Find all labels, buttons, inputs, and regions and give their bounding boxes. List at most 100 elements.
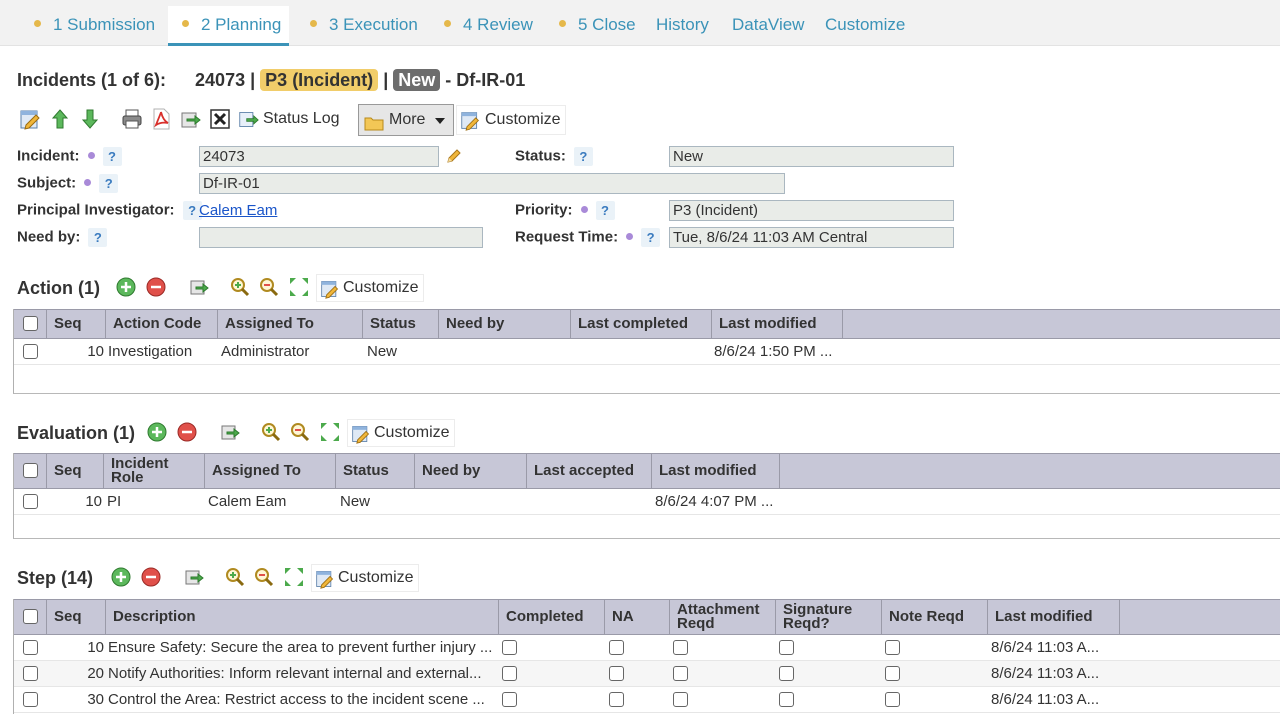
na-checkbox[interactable] <box>609 640 624 655</box>
incident-field[interactable]: 24073 <box>199 146 439 167</box>
select-all-checkbox[interactable] <box>23 316 38 331</box>
column-header[interactable]: Assigned To <box>218 310 363 338</box>
export-icon[interactable] <box>178 107 202 131</box>
tab-review[interactable]: 4 Review <box>430 6 547 46</box>
add-icon[interactable] <box>110 566 132 588</box>
search-clear-icon[interactable] <box>289 421 311 443</box>
column-header[interactable]: Last modified <box>712 310 843 338</box>
column-header[interactable]: Action Code <box>106 310 218 338</box>
table-row[interactable]: 10 Ensure Safety: Secure the area to pre… <box>14 635 1280 661</box>
completed-checkbox[interactable] <box>502 640 517 655</box>
help-icon[interactable]: ? <box>99 174 119 193</box>
column-header[interactable]: NA <box>605 600 670 634</box>
row-checkbox[interactable] <box>23 494 38 509</box>
select-all-checkbox[interactable] <box>23 463 38 478</box>
status-field[interactable]: New <box>669 146 954 167</box>
remove-icon[interactable] <box>145 276 167 298</box>
tab-customize[interactable]: Customize <box>811 6 919 46</box>
column-header[interactable]: Assigned To <box>205 454 336 488</box>
expand-icon[interactable] <box>288 276 310 298</box>
na-checkbox[interactable] <box>609 666 624 681</box>
na-checkbox[interactable] <box>609 692 624 707</box>
completed-checkbox[interactable] <box>502 692 517 707</box>
search-icon[interactable] <box>260 421 282 443</box>
attachment-reqd-checkbox[interactable] <box>673 692 688 707</box>
export-icon[interactable] <box>219 421 241 443</box>
column-header[interactable]: Last completed <box>571 310 712 338</box>
search-icon[interactable] <box>229 276 251 298</box>
table-row[interactable]: 20 Notify Authorities: Inform relevant i… <box>14 661 1280 687</box>
edit-icon[interactable] <box>18 107 42 131</box>
row-checkbox[interactable] <box>23 692 38 707</box>
column-header[interactable]: Status <box>363 310 439 338</box>
help-icon[interactable]: ? <box>102 147 122 166</box>
attachment-reqd-checkbox[interactable] <box>673 666 688 681</box>
action-customize-button[interactable]: Customize <box>316 274 424 302</box>
column-header[interactable]: Completed <box>499 600 605 634</box>
note-reqd-checkbox[interactable] <box>885 640 900 655</box>
column-header[interactable]: Status <box>336 454 415 488</box>
row-checkbox[interactable] <box>23 640 38 655</box>
step-customize-button[interactable]: Customize <box>311 564 419 592</box>
column-header[interactable]: Description <box>106 600 499 634</box>
customize-button[interactable]: Customize <box>456 105 566 135</box>
column-header[interactable]: Last modified <box>652 454 780 488</box>
close-icon[interactable] <box>208 107 232 131</box>
help-icon[interactable]: ? <box>88 228 108 247</box>
status-log-button[interactable]: Status Log <box>235 105 344 135</box>
tab-dataview[interactable]: DataView <box>718 6 818 46</box>
arrow-down-icon[interactable] <box>78 107 102 131</box>
principal-investigator-link[interactable]: Calem Eam <box>199 202 277 219</box>
priority-field[interactable]: P3 (Incident) <box>669 200 954 221</box>
add-icon[interactable] <box>115 276 137 298</box>
search-clear-icon[interactable] <box>258 276 280 298</box>
table-row[interactable]: 10 Investigation Administrator New 8/6/2… <box>14 339 1280 365</box>
help-icon[interactable]: ? <box>641 228 661 247</box>
tab-submission[interactable]: 1 Submission <box>20 6 169 46</box>
column-header[interactable]: Need by <box>415 454 527 488</box>
column-header[interactable]: Seq <box>47 310 106 338</box>
need-by-field[interactable] <box>199 227 483 248</box>
search-icon[interactable] <box>224 566 246 588</box>
note-reqd-checkbox[interactable] <box>885 666 900 681</box>
export-icon[interactable] <box>183 566 205 588</box>
more-dropdown-button[interactable]: More <box>358 104 454 136</box>
column-header[interactable]: Need by <box>439 310 571 338</box>
note-reqd-checkbox[interactable] <box>885 692 900 707</box>
arrow-up-icon[interactable] <box>48 107 72 131</box>
column-header[interactable]: Seq <box>47 600 106 634</box>
column-header[interactable]: Note Reqd <box>882 600 988 634</box>
row-checkbox[interactable] <box>23 344 38 359</box>
export-icon[interactable] <box>188 276 210 298</box>
expand-icon[interactable] <box>319 421 341 443</box>
expand-icon[interactable] <box>283 566 305 588</box>
tab-close[interactable]: 5 Close <box>545 6 650 46</box>
column-header[interactable]: Incident Role <box>104 454 205 488</box>
column-header[interactable]: Signature Reqd? <box>776 600 882 634</box>
table-row[interactable]: 30 Control the Area: Restrict access to … <box>14 687 1280 713</box>
search-clear-icon[interactable] <box>253 566 275 588</box>
column-header[interactable]: Seq <box>47 454 104 488</box>
table-row[interactable]: 10 PI Calem Eam New 8/6/24 4:07 PM ... <box>14 489 1280 515</box>
signature-reqd-checkbox[interactable] <box>779 640 794 655</box>
tab-planning[interactable]: 2 Planning <box>168 6 289 46</box>
remove-icon[interactable] <box>176 421 198 443</box>
pdf-icon[interactable] <box>149 107 173 131</box>
evaluation-customize-button[interactable]: Customize <box>347 419 455 447</box>
pencil-icon[interactable] <box>445 147 463 165</box>
row-checkbox[interactable] <box>23 666 38 681</box>
select-all-checkbox[interactable] <box>23 609 38 624</box>
request-time-field[interactable]: Tue, 8/6/24 11:03 AM Central <box>669 227 954 248</box>
completed-checkbox[interactable] <box>502 666 517 681</box>
tab-execution[interactable]: 3 Execution <box>296 6 432 46</box>
help-icon[interactable]: ? <box>595 201 615 220</box>
signature-reqd-checkbox[interactable] <box>779 666 794 681</box>
print-icon[interactable] <box>120 107 144 131</box>
help-icon[interactable]: ? <box>573 147 593 166</box>
column-header[interactable]: Last accepted <box>527 454 652 488</box>
column-header[interactable]: Last modified <box>988 600 1120 634</box>
tab-history[interactable]: History <box>642 6 723 46</box>
attachment-reqd-checkbox[interactable] <box>673 640 688 655</box>
remove-icon[interactable] <box>140 566 162 588</box>
add-icon[interactable] <box>146 421 168 443</box>
